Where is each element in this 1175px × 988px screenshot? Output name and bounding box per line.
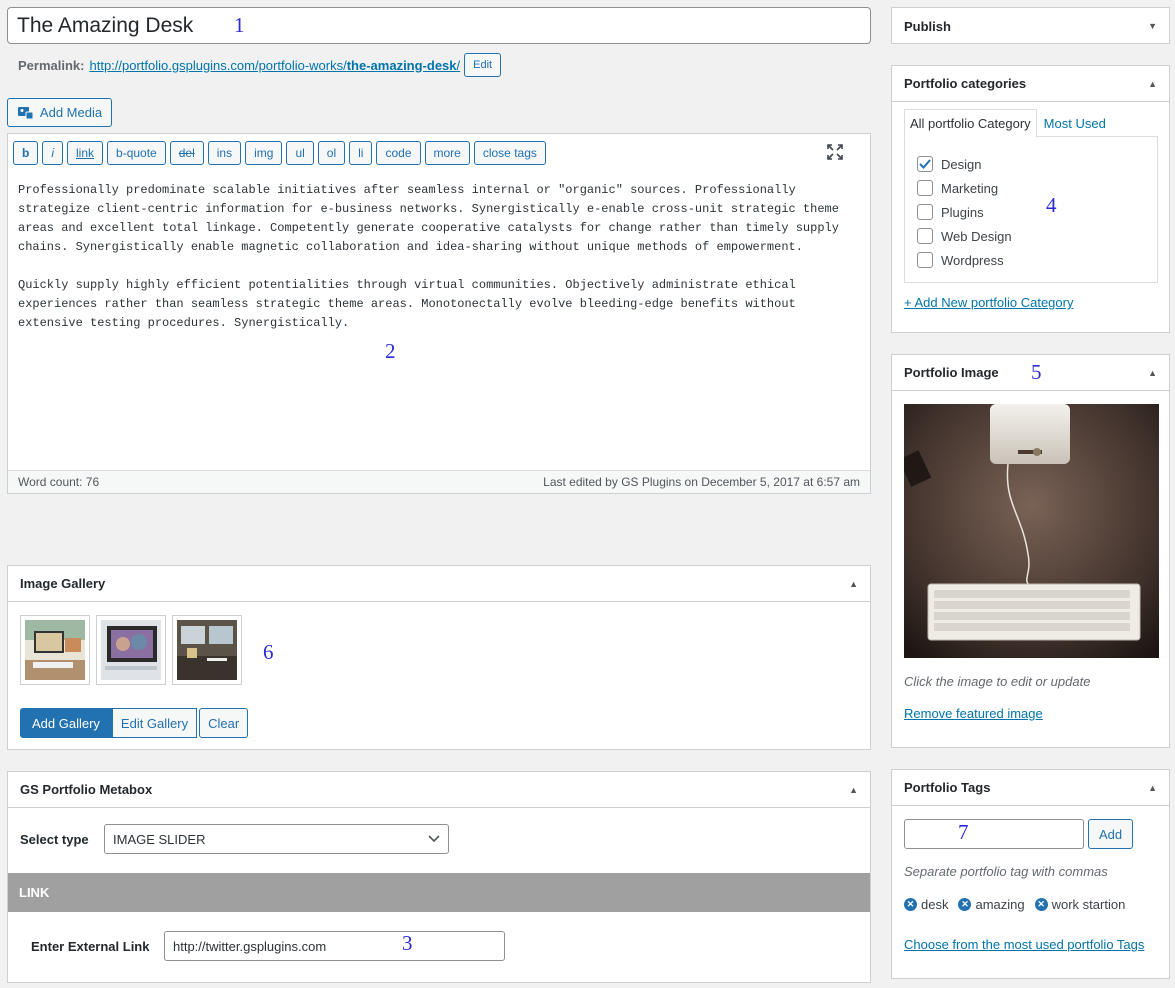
toggle-arrow-icon[interactable]: ▲ [1148,783,1157,793]
tag-item: ✕ work startion [1034,897,1125,912]
quicktag-bquote[interactable]: b-quote [107,140,166,165]
add-tag-button[interactable]: Add [1088,819,1134,849]
external-link-label: Enter External Link [31,938,150,954]
quicktag-ins[interactable]: ins [207,140,242,165]
quicktag-ul[interactable]: ul [286,140,314,165]
image-gallery-box: Image Gallery ▲ Add Gallery Edit Gallery… [7,565,871,750]
quicktag-img[interactable]: img [245,140,283,165]
toggle-arrow-icon[interactable]: ▲ [849,785,858,795]
add-new-category-link[interactable]: + Add New portfolio Category [904,295,1073,310]
checkbox[interactable] [917,228,933,244]
publish-box: Publish ▼ [891,7,1170,44]
word-count: Word count: 76 [18,475,100,489]
last-edited: Last edited by GS Plugins on December 5,… [543,475,860,489]
editor-textarea[interactable]: Professionally predominate scalable init… [8,171,870,471]
remove-tag-icon[interactable]: ✕ [904,898,917,911]
add-media-button[interactable]: Add Media [7,98,112,127]
link-section-header: LINK [8,873,870,912]
category-item[interactable]: Plugins [917,200,1145,224]
tag-list: ✕ desk ✕ amazing ✕ work startion [904,897,1135,912]
gallery-thumb[interactable] [172,615,242,685]
tags-box: Portfolio Tags ▲ Add Separate portfolio … [891,769,1170,979]
media-icon [17,105,34,120]
checkbox[interactable] [917,204,933,220]
quicktag-b[interactable]: b [13,140,39,165]
annotation-4: 4 [1046,193,1057,217]
category-item[interactable]: Wordpress [917,248,1145,272]
tags-header[interactable]: Portfolio Tags ▲ [892,770,1169,806]
gallery-thumb[interactable] [20,615,90,685]
toggle-arrow-icon[interactable]: ▲ [1148,79,1157,89]
publish-title: Publish [904,18,951,34]
image-gallery-title: Image Gallery [20,576,106,591]
select-type-label: Select type [20,831,89,847]
permalink-row: Permalink: http://portfolio.gsplugins.co… [18,53,502,77]
fullscreen-icon[interactable] [826,143,844,161]
image-gallery-header[interactable]: Image Gallery ▲ [8,566,870,602]
category-item[interactable]: Design [917,152,1145,176]
image-hint: Click the image to edit or update [904,674,1091,689]
categories-box: Portfolio categories ▲ All portfolio Cat… [891,65,1170,333]
choose-tags-link[interactable]: Choose from the most used portfolio Tags [904,937,1144,952]
tags-hint: Separate portfolio tag with commas [904,864,1108,879]
toggle-arrow-icon[interactable]: ▲ [1148,368,1157,378]
permalink-url[interactable]: http://portfolio.gsplugins.com/portfolio… [89,58,460,73]
permalink-label: Permalink: [18,57,85,73]
category-item[interactable]: Marketing [917,176,1145,200]
annotation-1: 1 [234,13,245,37]
remove-featured-image-link[interactable]: Remove featured image [904,706,1043,721]
tab-most-used[interactable]: Most Used [1037,109,1113,138]
remove-tag-icon[interactable]: ✕ [958,898,972,911]
annotation-6: 6 [263,640,274,664]
portfolio-image-title: Portfolio Image [904,365,999,380]
title-input[interactable]: The Amazing Desk [7,7,871,44]
tags-title: Portfolio Tags [904,780,991,795]
quicktag-ol[interactable]: ol [317,140,346,165]
annotation-3: 3 [402,931,413,955]
categories-header[interactable]: Portfolio categories ▲ [892,66,1169,102]
checkbox[interactable] [917,252,933,268]
edit-gallery-button[interactable]: Edit Gallery [111,708,198,738]
quicktag-code[interactable]: code [376,140,421,165]
editor-status-bar: Word count: 76 Last edited by GS Plugins… [8,470,870,493]
metabox: GS Portfolio Metabox ▲ Select type IMAGE… [7,771,871,983]
title-text: The Amazing Desk [17,13,194,37]
publish-header[interactable]: Publish ▼ [892,8,1169,44]
categories-title: Portfolio categories [904,76,1027,91]
editor-toolbar: b i link b-quote del ins img ul ol li co… [8,134,870,171]
checkbox[interactable] [917,180,933,196]
external-link-input[interactable]: http://twitter.gsplugins.com [164,931,505,961]
toggle-arrow-icon[interactable]: ▼ [1148,21,1157,31]
quicktag-li[interactable]: li [349,140,373,165]
metabox-header[interactable]: GS Portfolio Metabox ▲ [8,772,870,808]
quicktag-link[interactable]: link [67,140,104,165]
gallery-thumb[interactable] [96,615,166,685]
quicktag-del[interactable]: del [169,140,204,165]
portfolio-image-box: Portfolio Image ▲ Click the image to edi… [891,354,1170,748]
select-type-dropdown[interactable]: IMAGE SLIDER [104,824,449,854]
add-gallery-button[interactable]: Add Gallery [20,708,112,738]
quicktag-more[interactable]: more [424,140,470,165]
annotation-2: 2 [385,339,396,363]
remove-tag-icon[interactable]: ✕ [1034,898,1048,911]
annotation-5: 5 [1031,360,1042,384]
checkbox[interactable] [917,156,933,172]
metabox-title: GS Portfolio Metabox [20,782,153,797]
categories-list: Design Marketing Plugins Web Design Word… [904,136,1158,283]
annotation-7: 7 [958,820,969,844]
quicktag-i[interactable]: i [42,140,64,165]
tag-item: ✕ desk [904,897,948,912]
chevron-down-icon [428,835,440,843]
tab-all-categories[interactable]: All portfolio Category [904,109,1037,138]
editor: b i link b-quote del ins img ul ol li co… [7,133,871,494]
category-item[interactable]: Web Design [917,224,1145,248]
clear-gallery-button[interactable]: Clear [199,708,249,738]
permalink-edit-button[interactable]: Edit [464,53,502,77]
toggle-arrow-icon[interactable]: ▲ [849,579,858,589]
quicktag-close-tags[interactable]: close tags [473,140,546,165]
tag-input[interactable] [904,819,1084,849]
featured-image[interactable] [898,404,1159,658]
tag-item: ✕ amazing [958,897,1025,912]
